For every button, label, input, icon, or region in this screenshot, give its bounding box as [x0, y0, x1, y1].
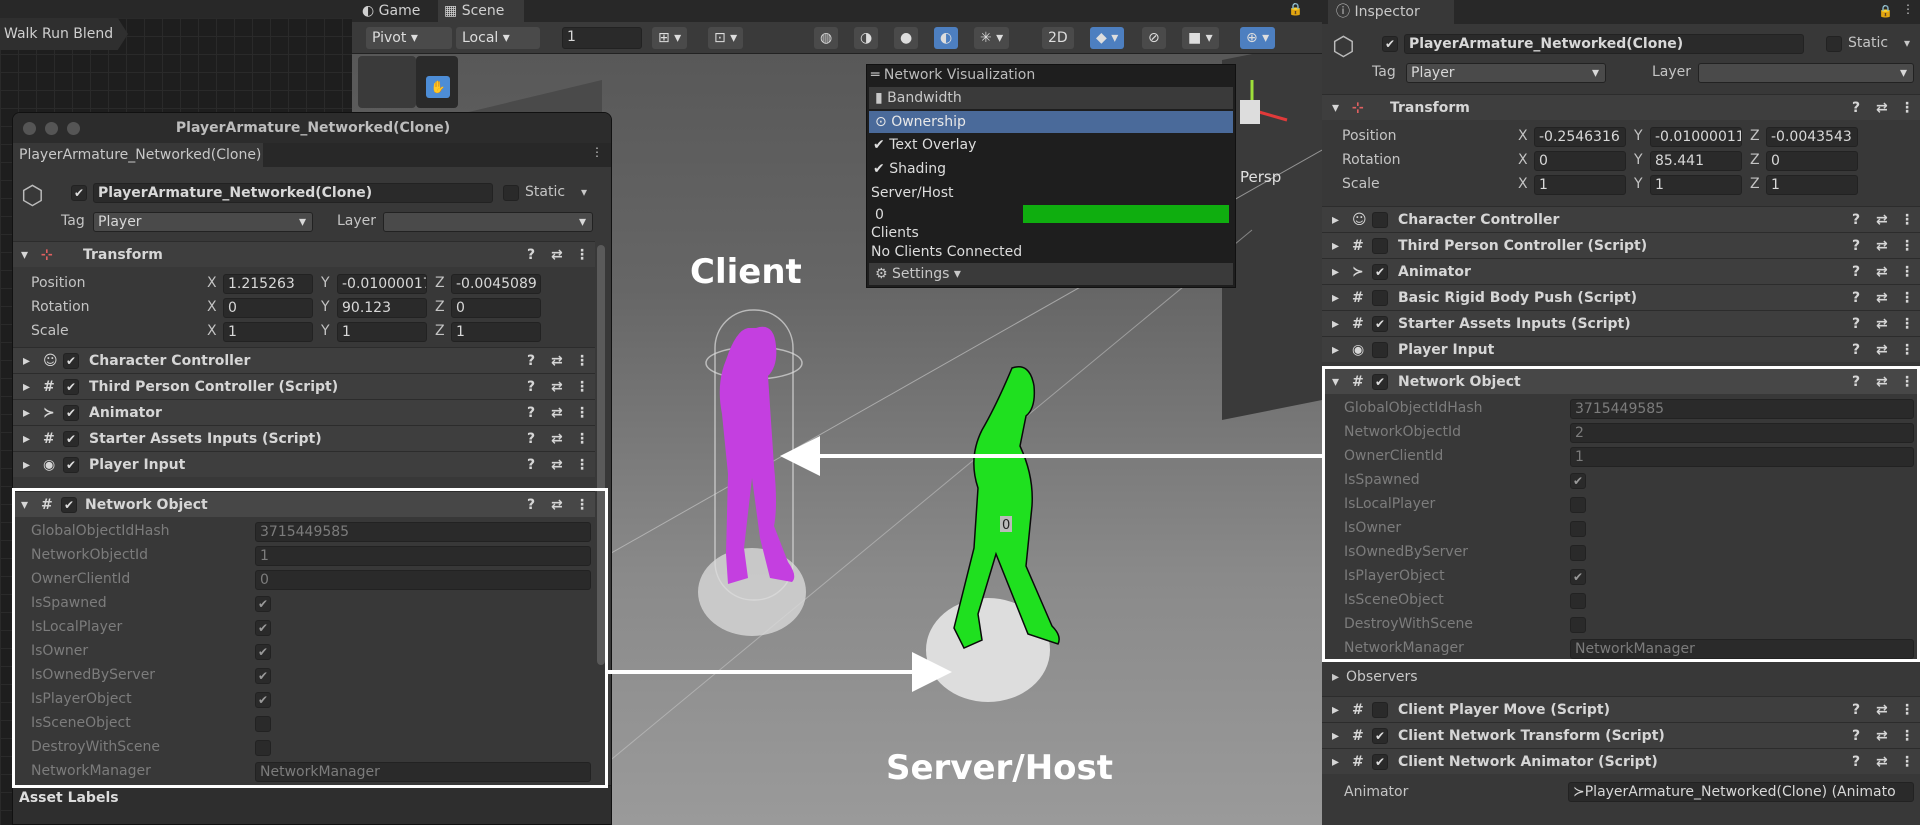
highlight-network-object-left: [12, 488, 608, 788]
highlight-network-object-right: [1322, 366, 1920, 662]
